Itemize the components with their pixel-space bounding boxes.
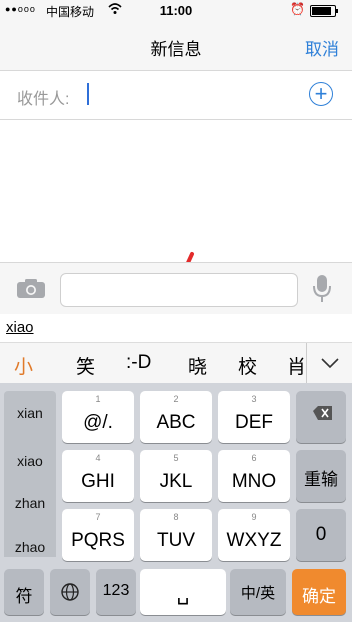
key-number: 2 bbox=[173, 394, 179, 404]
key-0[interactable]: 0 bbox=[296, 509, 346, 561]
compose-bar bbox=[0, 262, 352, 315]
message-input[interactable] bbox=[60, 273, 298, 307]
language-switch-button[interactable]: 中/英 bbox=[230, 569, 286, 615]
backspace-button[interactable] bbox=[296, 391, 346, 443]
microphone-icon[interactable] bbox=[311, 274, 333, 304]
number-mode-button[interactable]: 123 bbox=[96, 569, 136, 615]
pinyin-option[interactable]: zhan bbox=[4, 495, 56, 511]
key-number: 6 bbox=[251, 453, 257, 463]
key-number: 9 bbox=[251, 512, 257, 522]
recipient-label: 收件人: bbox=[17, 91, 70, 108]
key-3[interactable]: 3 DEF bbox=[218, 391, 290, 443]
key-label: ABC bbox=[156, 412, 196, 433]
camera-icon[interactable] bbox=[16, 277, 46, 299]
symbol-label: 符 bbox=[15, 587, 33, 606]
pinyin-composition: xiao bbox=[0, 314, 352, 342]
navigation-bar: 新信息 取消 bbox=[0, 20, 352, 71]
key-label: PQRS bbox=[71, 530, 125, 551]
key-number: 3 bbox=[251, 394, 257, 404]
pinyin-input-text: xiao bbox=[6, 319, 34, 336]
expand-candidates-button[interactable] bbox=[306, 343, 352, 383]
reenter-label: 重输 bbox=[304, 470, 338, 489]
cancel-button[interactable]: 取消 bbox=[305, 35, 339, 60]
pinyin-option[interactable]: zhao bbox=[4, 537, 56, 557]
number-mode-label: 123 bbox=[102, 582, 130, 599]
pinyin-option[interactable]: xian bbox=[4, 405, 56, 421]
key-8[interactable]: 8 TUV bbox=[140, 509, 212, 561]
key-1[interactable]: 1 @/. bbox=[62, 391, 134, 443]
confirm-label: 确定 bbox=[302, 587, 336, 606]
key-9[interactable]: 9 WXYZ bbox=[218, 509, 290, 561]
pinyin-option[interactable]: xiao bbox=[4, 453, 56, 469]
key-label: TUV bbox=[157, 530, 195, 551]
status-bar: ●●ooo 中国移动 11:00 ⏰ bbox=[0, 0, 352, 20]
key-number: 7 bbox=[95, 512, 101, 522]
key-label: WXYZ bbox=[226, 530, 282, 551]
key-number: 1 bbox=[95, 394, 101, 404]
pinyin-options-list: xian xiao zhan zhao bbox=[4, 391, 56, 557]
key-label: @/. bbox=[83, 412, 113, 433]
key-label: MNO bbox=[231, 471, 277, 492]
key-label: DEF bbox=[235, 412, 273, 433]
key-4[interactable]: 4 GHI bbox=[62, 450, 134, 502]
language-switch-label: 中/英 bbox=[240, 585, 276, 602]
candidate-item[interactable]: 肖 bbox=[287, 352, 306, 379]
candidate-item[interactable]: 小 bbox=[14, 352, 33, 379]
globe-icon bbox=[61, 583, 79, 601]
text-cursor bbox=[87, 83, 89, 105]
key-2[interactable]: 2 ABC bbox=[140, 391, 212, 443]
key-label: 0 bbox=[315, 524, 327, 545]
candidate-item[interactable]: 笑 bbox=[76, 352, 95, 379]
key-number: 8 bbox=[173, 512, 179, 522]
candidate-item[interactable]: 校 bbox=[238, 352, 257, 379]
key-number: 4 bbox=[95, 453, 101, 463]
symbol-button[interactable]: 符 bbox=[4, 569, 44, 615]
page-title: 新信息 bbox=[150, 40, 202, 59]
battery-icon bbox=[310, 5, 338, 17]
globe-button[interactable] bbox=[50, 569, 90, 615]
candidate-item[interactable]: :-D bbox=[126, 352, 151, 374]
keyboard: xian xiao zhan zhao 1 @/. 2 ABC 3 DEF 4 … bbox=[0, 383, 352, 622]
add-contact-icon[interactable]: + bbox=[309, 82, 333, 106]
backspace-icon bbox=[313, 406, 332, 420]
key-5[interactable]: 5 JKL bbox=[140, 450, 212, 502]
key-6[interactable]: 6 MNO bbox=[218, 450, 290, 502]
confirm-button[interactable]: 确定 bbox=[292, 569, 346, 615]
key-number: 5 bbox=[173, 453, 179, 463]
candidate-bar: 小 笑 :-D 晓 校 肖 bbox=[0, 342, 352, 384]
key-7[interactable]: 7 PQRS bbox=[62, 509, 134, 561]
alarm-icon: ⏰ bbox=[290, 2, 305, 16]
reenter-button[interactable]: 重输 bbox=[296, 450, 346, 502]
space-button[interactable]: ␣ bbox=[140, 569, 226, 615]
key-label: JKL bbox=[159, 471, 193, 492]
recipient-field[interactable]: 收件人: + bbox=[0, 71, 352, 120]
key-label: GHI bbox=[81, 471, 115, 492]
chevron-down-icon bbox=[321, 358, 339, 369]
candidate-item[interactable]: 晓 bbox=[188, 352, 207, 379]
space-label: ␣ bbox=[176, 583, 190, 605]
